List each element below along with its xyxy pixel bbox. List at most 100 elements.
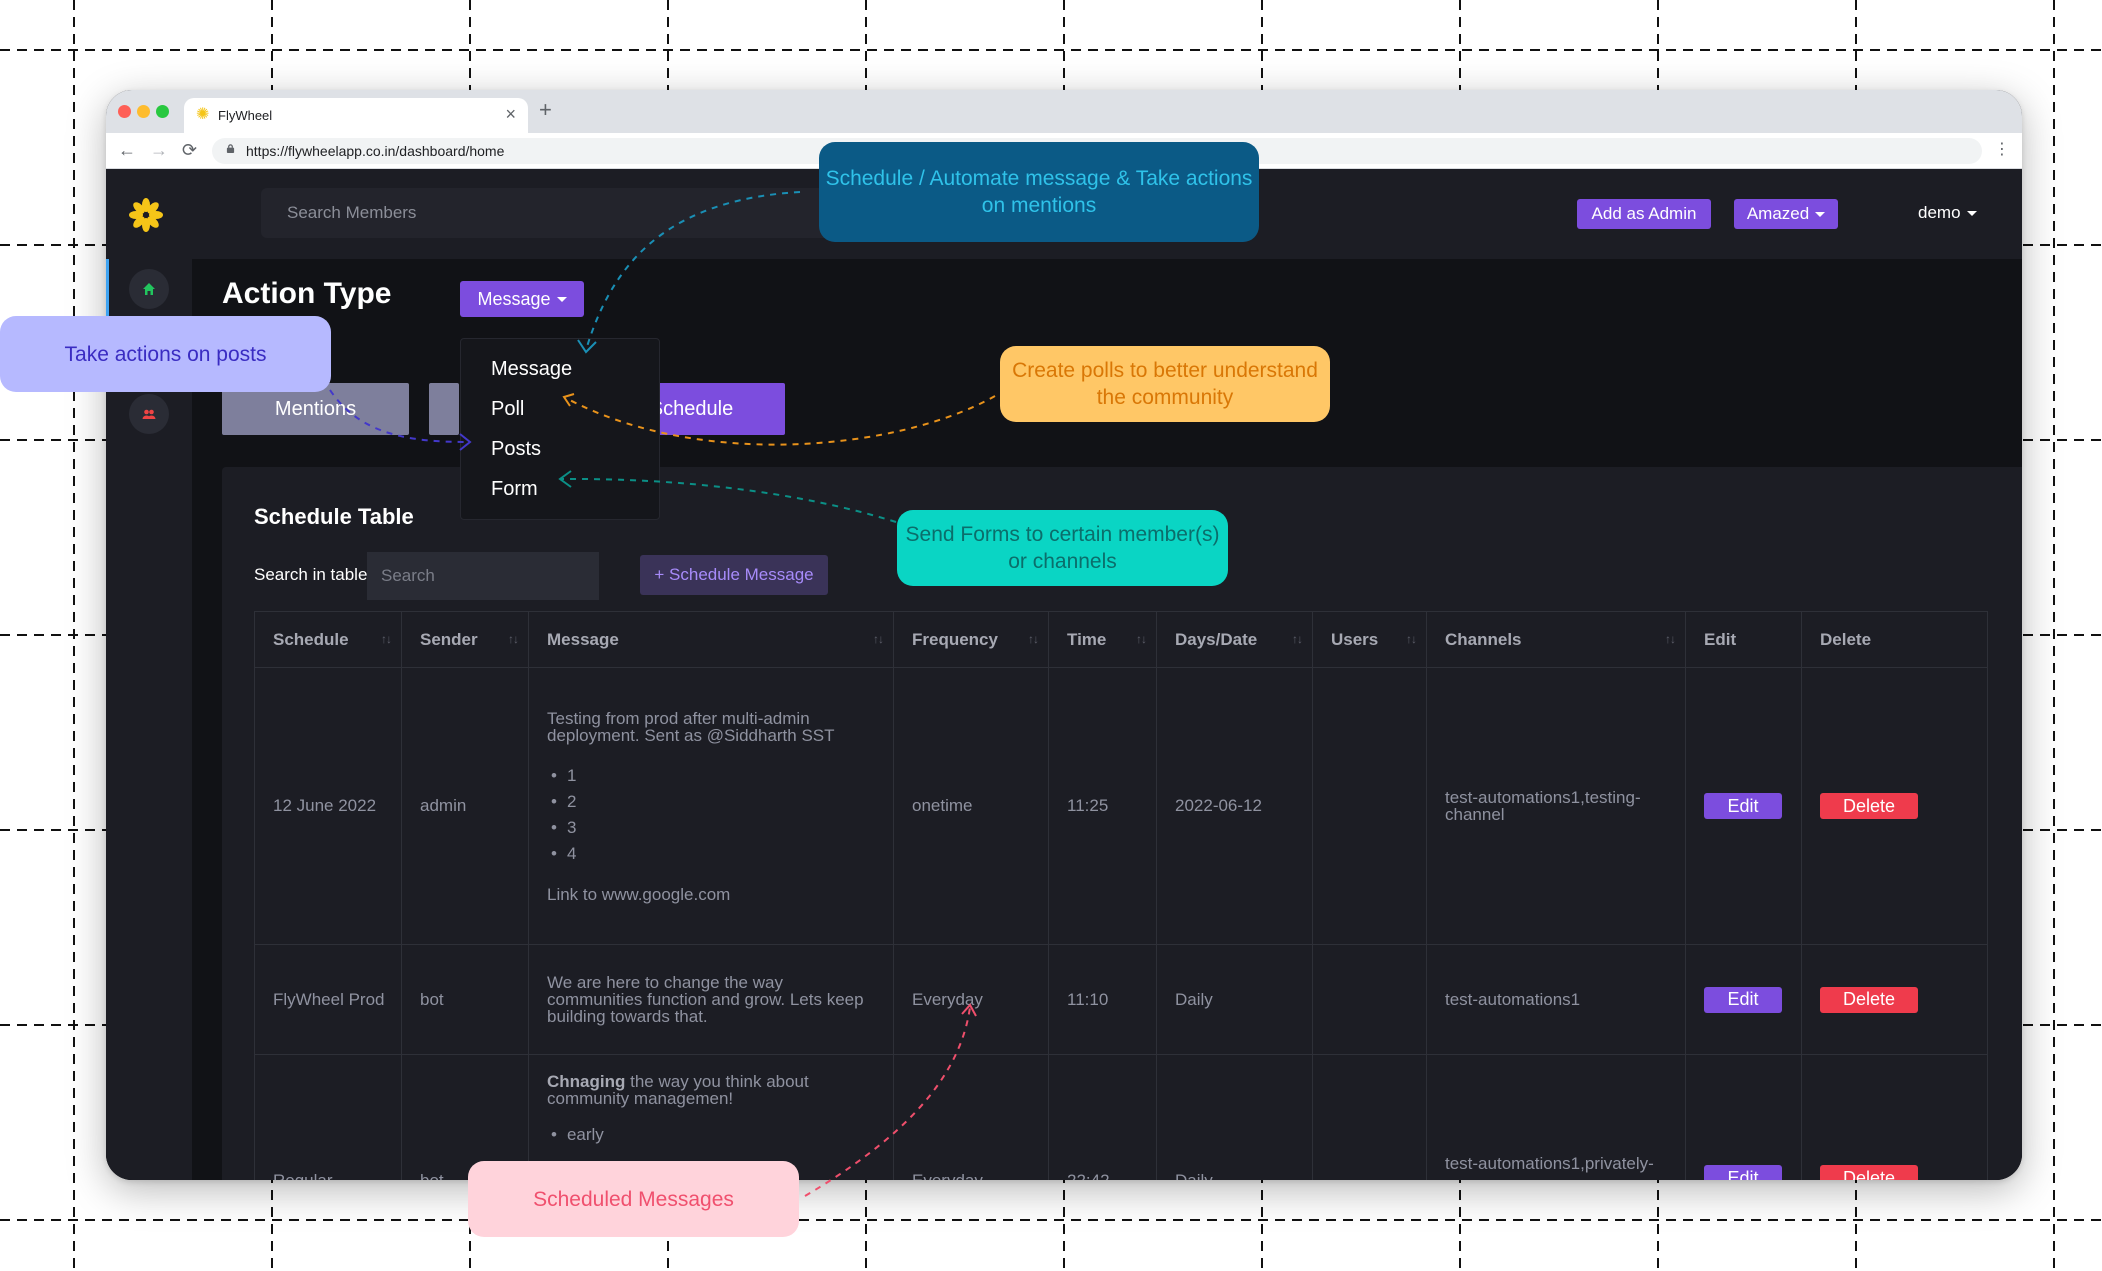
chevron-down-icon bbox=[1815, 212, 1826, 218]
column-header-label: Frequency bbox=[912, 629, 998, 649]
callout-send-forms: Send Forms to certain member(s) or chann… bbox=[897, 510, 1228, 586]
browser-window: ✺ FlyWheel × + ← → ⟳ https://flywheelapp… bbox=[106, 90, 2022, 1180]
message-link-text: Link to www.google.com bbox=[547, 884, 731, 904]
cell-frequency: Everyday bbox=[893, 1054, 1049, 1180]
browser-tab[interactable]: ✺ FlyWheel × bbox=[184, 98, 528, 133]
column-header-days-date[interactable]: Days/Date ↑↓ bbox=[1156, 611, 1313, 668]
cell-message: Testing from prod after multi-admin depl… bbox=[528, 667, 894, 945]
table-search-input[interactable] bbox=[367, 552, 599, 600]
cell-users bbox=[1312, 667, 1427, 945]
callout-scheduled-messages: Scheduled Messages bbox=[468, 1161, 799, 1237]
callout-create-polls: Create polls to better understand the co… bbox=[1000, 346, 1330, 422]
new-tab-icon[interactable]: + bbox=[539, 98, 552, 122]
column-header-label: Sender bbox=[420, 629, 478, 649]
message-list: 1 2 3 4 bbox=[547, 766, 881, 864]
flywheel-app: Add as Admin Amazed demo bbox=[106, 169, 2022, 1180]
list-item: early bbox=[551, 1125, 881, 1145]
cell-schedule: 12 June 2022 bbox=[254, 667, 402, 945]
action-type-menu: Message Poll Posts Form bbox=[460, 338, 660, 520]
edit-button[interactable]: Edit bbox=[1704, 793, 1782, 819]
schedule-message-button[interactable]: + Schedule Message bbox=[640, 555, 828, 595]
sort-icon[interactable]: ↑↓ bbox=[1028, 632, 1039, 646]
sort-icon[interactable]: ↑↓ bbox=[1665, 632, 1676, 646]
cell-frequency: Everyday bbox=[893, 944, 1049, 1055]
browser-menu-icon[interactable]: ⋮ bbox=[1994, 141, 2010, 159]
column-header-users[interactable]: Users ↑↓ bbox=[1312, 611, 1427, 668]
menu-item-posts[interactable]: Posts bbox=[461, 429, 659, 469]
users-icon bbox=[142, 409, 156, 419]
home-icon bbox=[143, 283, 155, 295]
window-minimize-dot[interactable] bbox=[137, 105, 150, 118]
add-as-admin-button[interactable]: Add as Admin bbox=[1577, 199, 1711, 229]
back-arrow-icon[interactable]: ← bbox=[118, 139, 136, 161]
lock-icon bbox=[226, 144, 235, 153]
cell-days-date: Daily bbox=[1156, 1054, 1313, 1180]
cell-sender: admin bbox=[401, 667, 529, 945]
workspace-dropdown-button[interactable]: Amazed bbox=[1734, 199, 1838, 229]
action-type-dropdown[interactable]: Message bbox=[460, 281, 584, 317]
cell-users bbox=[1312, 944, 1427, 1055]
message-text: We are here to change the way communitie… bbox=[547, 973, 864, 1026]
cell-schedule: Regular bbox=[254, 1054, 402, 1180]
menu-item-message[interactable]: Message bbox=[461, 349, 659, 389]
column-header-time[interactable]: Time ↑↓ bbox=[1048, 611, 1157, 668]
page-title: Action Type bbox=[222, 277, 392, 310]
list-item: 1 bbox=[551, 766, 881, 786]
cell-days-date: Daily bbox=[1156, 944, 1313, 1055]
cell-sender: bot bbox=[401, 944, 529, 1055]
edit-button[interactable]: Edit bbox=[1704, 986, 1782, 1013]
cell-time: 22:42 bbox=[1048, 1054, 1157, 1180]
column-header-edit: Edit bbox=[1685, 611, 1802, 668]
sort-icon[interactable]: ↑↓ bbox=[508, 632, 519, 646]
close-icon[interactable]: × bbox=[505, 105, 516, 123]
sort-icon[interactable]: ↑↓ bbox=[1136, 632, 1147, 646]
cell-schedule: FlyWheel Prod bbox=[254, 944, 402, 1055]
table-header-row: Schedule ↑↓ Sender ↑↓ Message ↑↓ Frequency ↑… bbox=[254, 611, 1988, 668]
column-header-frequency[interactable]: Frequency ↑↓ bbox=[893, 611, 1049, 668]
reload-icon[interactable]: ⟳ bbox=[182, 139, 197, 161]
delete-button[interactable]: Delete bbox=[1820, 986, 1918, 1013]
callout-schedule-automate: Schedule / Automate message & Take actio… bbox=[819, 142, 1259, 242]
action-type-selected-label: Message bbox=[477, 288, 551, 309]
cell-delete: Delete bbox=[1801, 944, 1988, 1055]
column-header-schedule[interactable]: Schedule ↑↓ bbox=[254, 611, 402, 668]
column-header-message[interactable]: Message ↑↓ bbox=[528, 611, 894, 668]
forward-arrow-icon[interactable]: → bbox=[150, 139, 168, 161]
chevron-down-icon bbox=[1966, 211, 1977, 217]
cell-users bbox=[1312, 1054, 1427, 1180]
cell-edit: Edit bbox=[1685, 1054, 1802, 1180]
table-row: FlyWheel Prod bot We are here to change … bbox=[254, 944, 1988, 1055]
window-zoom-dot[interactable] bbox=[156, 105, 169, 118]
flywheel-favicon-icon: ✺ bbox=[196, 106, 210, 123]
column-header-label: Edit bbox=[1704, 629, 1737, 649]
sidebar-item-users[interactable] bbox=[129, 394, 169, 434]
cell-channels: test-automations1 bbox=[1426, 944, 1686, 1055]
column-header-label: Users bbox=[1331, 629, 1379, 649]
column-header-label: Delete bbox=[1820, 629, 1872, 649]
menu-item-poll[interactable]: Poll bbox=[461, 389, 659, 429]
edit-button[interactable]: Edit bbox=[1704, 1165, 1782, 1180]
cell-edit: Edit bbox=[1685, 667, 1802, 945]
sort-icon[interactable]: ↑↓ bbox=[381, 632, 392, 646]
window-close-dot[interactable] bbox=[118, 105, 131, 118]
schedule-table: Schedule ↑↓ Sender ↑↓ Message ↑↓ Frequency ↑… bbox=[254, 611, 1988, 1180]
tab-hidden[interactable] bbox=[429, 383, 459, 435]
column-header-channels[interactable]: Channels ↑↓ bbox=[1426, 611, 1686, 668]
menu-item-form[interactable]: Form bbox=[461, 469, 659, 509]
user-label: demo bbox=[1918, 203, 1961, 222]
delete-button[interactable]: Delete bbox=[1820, 793, 1918, 819]
sort-icon[interactable]: ↑↓ bbox=[873, 632, 884, 646]
workspace-label: Amazed bbox=[1746, 204, 1810, 223]
sort-icon[interactable]: ↑↓ bbox=[1292, 632, 1303, 646]
list-item: 4 bbox=[551, 844, 881, 864]
sort-icon[interactable]: ↑↓ bbox=[1406, 632, 1417, 646]
search-members-input[interactable] bbox=[261, 188, 901, 238]
flywheel-logo-icon[interactable] bbox=[128, 197, 164, 233]
sidebar-item-home[interactable] bbox=[129, 269, 169, 309]
column-header-sender[interactable]: Sender ↑↓ bbox=[401, 611, 529, 668]
column-header-label: Days/Date bbox=[1175, 629, 1258, 649]
delete-button[interactable]: Delete bbox=[1820, 1165, 1918, 1180]
column-header-label: Channels bbox=[1445, 629, 1522, 649]
schedule-table-title: Schedule Table bbox=[254, 504, 414, 529]
user-menu[interactable]: demo bbox=[1918, 203, 1977, 223]
